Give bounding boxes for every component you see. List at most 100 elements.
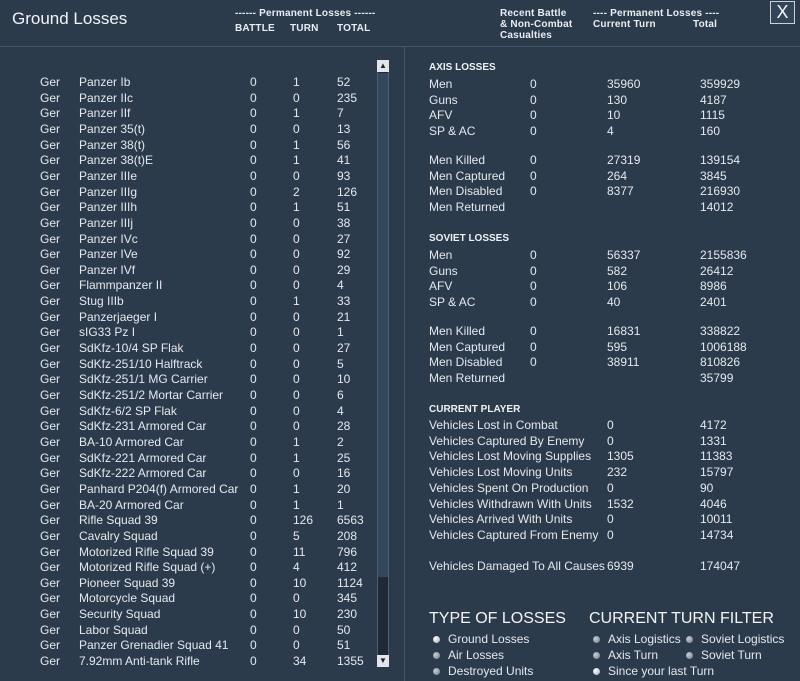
stat-cell: 16831 <box>607 324 641 338</box>
unit-row[interactable]: Ger Panzer IVc 0 0 27 <box>0 232 375 248</box>
unit-row[interactable]: Ger Panzerjaeger I 0 0 21 <box>0 310 375 326</box>
scroll-up-arrow-icon[interactable]: ▲ <box>377 60 389 72</box>
unit-name: Panzer Ib <box>79 75 131 89</box>
close-button[interactable]: X <box>770 1 795 24</box>
unit-nation: Ger <box>40 528 61 543</box>
stat-cell: 0 <box>607 527 614 542</box>
unit-row[interactable]: Ger SdKfz-251/1 MG Carrier 0 0 10 <box>0 372 375 388</box>
unit-row[interactable]: Ger SdKfz-222 Armored Car 0 0 16 <box>0 466 375 482</box>
stat-cell: Vehicles Captured From Enemy <box>429 527 599 542</box>
stat-cell: 139154 <box>700 153 741 167</box>
radio-air-losses[interactable] <box>433 652 440 659</box>
unit-row[interactable]: Ger Rifle Squad 39 0 126 6563 <box>0 513 375 529</box>
unit-row[interactable]: Ger Panhard P204(f) Armored Car 0 1 20 <box>0 482 375 498</box>
unit-row[interactable]: Ger Pioneer Squad 39 0 10 1124 <box>0 576 375 592</box>
unit-nation: Ger <box>40 168 61 183</box>
unit-row[interactable]: Ger sIG33 Pz I 0 0 1 <box>0 325 375 341</box>
unit-turn-losses: 11 <box>293 544 306 559</box>
unit-row[interactable]: Ger Panzer IIc 0 0 235 <box>0 91 375 107</box>
unit-battle-losses: 0 <box>250 184 257 199</box>
scrollbar-thumb[interactable] <box>378 73 388 577</box>
stat-cell: 0 <box>530 263 537 278</box>
unit-name: Cavalry Squad <box>79 528 158 543</box>
unit-nation: Ger <box>40 607 61 622</box>
radio-soviet-turn[interactable] <box>686 652 693 659</box>
unit-name: BA-10 Armored Car <box>79 434 184 449</box>
radio-since-last-turn[interactable] <box>593 668 600 675</box>
unit-row[interactable]: Ger Panzer IIIh 0 1 51 <box>0 200 375 216</box>
stat-cell: 10011 <box>700 512 733 527</box>
unit-row[interactable]: Ger Panzer IIf 0 1 7 <box>0 106 375 122</box>
unit-row[interactable]: Ger 7.92mm Anti-tank Rifle 0 34 1355 <box>0 654 375 670</box>
unit-nation: Ger <box>40 544 61 559</box>
unit-row[interactable]: Ger Panzer IIIe 0 0 93 <box>0 169 375 185</box>
unit-row[interactable]: Ger Flammpanzer II 0 0 4 <box>0 278 375 294</box>
unit-row[interactable]: Ger Motorcycle Squad 0 0 345 <box>0 591 375 607</box>
unit-row[interactable]: Ger Panzer 38(t)E 0 1 41 <box>0 153 375 169</box>
stat-cell: 1331 <box>700 433 727 448</box>
unit-turn-losses: 0 <box>293 90 300 105</box>
unit-row[interactable]: Ger BA-10 Armored Car 0 1 2 <box>0 435 375 451</box>
unit-battle-losses: 0 <box>250 325 257 340</box>
unit-row[interactable]: Ger BA-20 Armored Car 0 1 1 <box>0 498 375 514</box>
unit-row[interactable]: Ger Panzer IVe 0 0 92 <box>0 247 375 263</box>
option-axis-logistics[interactable]: Axis Logistics <box>608 632 681 646</box>
stat-cell: AFV <box>429 108 453 123</box>
radio-axis-turn[interactable] <box>593 652 600 659</box>
option-ground-losses[interactable]: Ground Losses <box>448 632 529 646</box>
radio-destroyed-units[interactable] <box>433 668 440 675</box>
unit-row[interactable]: Ger Panzer IVf 0 0 29 <box>0 263 375 279</box>
unit-row[interactable]: Ger SdKfz-251/2 Mortar Carrier 0 0 6 <box>0 388 375 404</box>
unit-row[interactable]: Ger Labor Squad 0 0 50 <box>0 623 375 639</box>
stat-cell: 0 <box>530 92 537 107</box>
unit-row[interactable]: Ger Panzer IIIg 0 2 126 <box>0 185 375 201</box>
option-axis-turn[interactable]: Axis Turn <box>608 648 658 662</box>
stat-cell: 6939 <box>607 559 634 573</box>
unit-row[interactable]: Ger Motorized Rifle Squad (+) 0 4 412 <box>0 560 375 576</box>
unit-losses-list: Ger Panzer Ib 0 1 52 Ger Panzer IIc 0 0 235 Ger Pan… <box>0 0 400 681</box>
unit-nation: Ger <box>40 638 61 653</box>
unit-battle-losses: 0 <box>250 372 257 387</box>
unit-row[interactable]: Ger Security Squad 0 10 230 <box>0 607 375 623</box>
unit-name: Labor Squad <box>79 622 148 637</box>
option-soviet-logistics[interactable]: Soviet Logistics <box>701 632 784 646</box>
unit-row[interactable]: Ger Panzer IIIj 0 0 38 <box>0 216 375 232</box>
unit-nation: Ger <box>40 294 61 309</box>
unit-row[interactable]: Ger Motorized Rifle Squad 39 0 11 796 <box>0 545 375 561</box>
option-air-losses[interactable]: Air Losses <box>448 648 504 662</box>
unit-nation: Ger <box>40 450 61 465</box>
unit-row[interactable]: Ger Panzer Grenadier Squad 41 0 0 51 <box>0 638 375 654</box>
unit-row[interactable]: Ger Panzer 35(t) 0 0 13 <box>0 122 375 138</box>
unit-name: Panzer IIIg <box>79 184 138 199</box>
option-destroyed-units[interactable]: Destroyed Units <box>448 664 533 678</box>
stat-cell: 11383 <box>700 449 733 464</box>
unit-name: Motorcycle Squad <box>79 591 176 606</box>
radio-soviet-logistics[interactable] <box>686 636 693 643</box>
unit-row[interactable]: Ger Cavalry Squad 0 5 208 <box>0 529 375 545</box>
unit-name: Panzer IIIe <box>79 168 138 183</box>
unit-turn-losses: 0 <box>293 231 300 246</box>
unit-row[interactable]: Ger Panzer 38(t) 0 1 56 <box>0 138 375 154</box>
unit-total-losses: 28 <box>337 419 351 434</box>
stat-cell: 0 <box>607 480 614 495</box>
stat-cell: 0 <box>530 168 537 183</box>
radio-ground-losses[interactable] <box>433 636 440 643</box>
unit-row[interactable]: Ger Stug IIIb 0 1 33 <box>0 294 375 310</box>
unit-row[interactable]: Ger SdKfz-221 Armored Car 0 1 25 <box>0 451 375 467</box>
unit-row[interactable]: Ger Panzer Ib 0 1 52 <box>0 75 375 91</box>
unit-total-losses: 6 <box>337 388 344 402</box>
scroll-down-arrow-icon[interactable]: ▼ <box>377 655 389 667</box>
stat-cell: Guns <box>429 263 458 278</box>
option-since-last-turn[interactable]: Since your last Turn <box>608 664 714 678</box>
unit-name: Panhard P204(f) Armored Car <box>79 481 239 496</box>
stat-cell: Men Killed <box>429 153 486 167</box>
stat-cell: 160 <box>700 124 721 139</box>
option-soviet-turn[interactable]: Soviet Turn <box>701 648 762 662</box>
unit-row[interactable]: Ger SdKfz-251/10 Halftrack 0 0 5 <box>0 357 375 373</box>
unit-row[interactable]: Ger SdKfz-10/4 SP Flak 0 0 27 <box>0 341 375 357</box>
unit-row[interactable]: Ger SdKfz-6/2 SP Flak 0 0 4 <box>0 404 375 420</box>
unit-row[interactable]: Ger SdKfz-231 Armored Car 0 0 28 <box>0 419 375 435</box>
radio-axis-logistics[interactable] <box>593 636 600 643</box>
unit-battle-losses: 0 <box>250 466 257 481</box>
unit-battle-losses: 0 <box>250 434 257 449</box>
